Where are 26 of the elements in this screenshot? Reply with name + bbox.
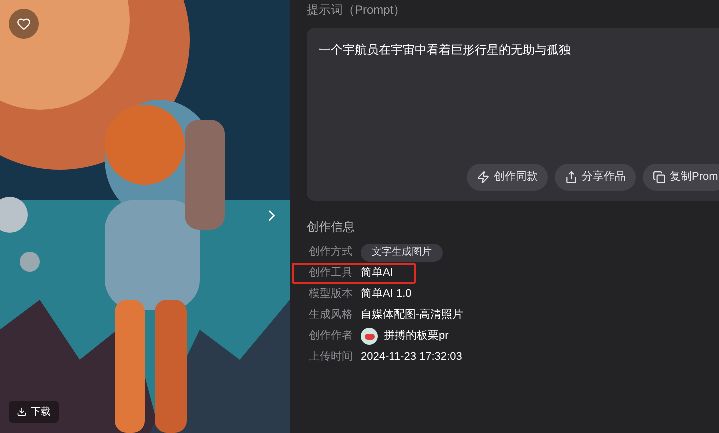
heart-icon [17,17,31,31]
info-label: 模型版本 [309,287,353,302]
info-label: 创作方式 [309,244,353,260]
lightning-icon [477,171,490,184]
method-tag: 文字生成图片 [361,244,443,262]
info-label: 创作工具 [309,266,353,282]
info-value: 2024-11-23 17:32:03 [361,350,462,366]
favorite-button[interactable] [9,9,39,39]
info-title: 创作信息 [307,219,356,236]
download-icon [17,407,27,417]
info-value: 拼搏的板栗pr [384,329,449,344]
prompt-text: 一个宇航员在宇宙中看着巨形行星的无助与孤独 [319,42,572,59]
info-label: 生成风格 [309,308,353,324]
action-button[interactable]: 复制Prom [643,164,719,191]
avatar [361,328,378,345]
download-button[interactable]: 下载 [9,401,59,423]
info-value: 简单AI 1.0 [361,287,412,302]
info-label: 上传时间 [309,350,353,366]
copy-icon [653,171,666,184]
prompt-label: 提示词（Prompt） [307,2,407,19]
action-button[interactable]: 创作同款 [467,164,548,191]
info-value: 简单AI [361,266,394,282]
action-button[interactable]: 分享作品 [555,164,636,191]
share-icon [565,171,578,184]
info-value: 自媒体配图-高清照片 [361,308,464,324]
info-label: 创作作者 [309,329,353,344]
